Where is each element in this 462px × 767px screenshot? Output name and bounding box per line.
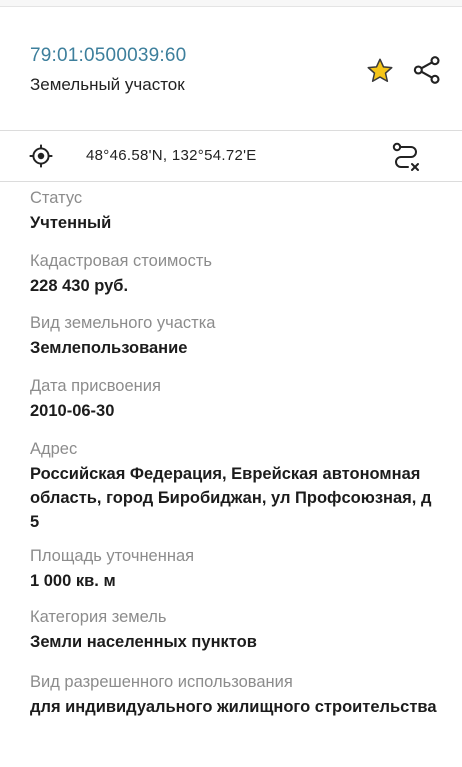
favorite-button[interactable] xyxy=(362,53,398,89)
field-cadastral-cost: Кадастровая стоимость 228 430 руб. xyxy=(30,250,212,298)
field-land-kind: Вид земельного участка Землепользование xyxy=(30,312,215,360)
route-icon[interactable] xyxy=(388,139,424,175)
field-label: Дата присвоения xyxy=(30,377,161,395)
field-label: Статус xyxy=(30,189,83,207)
crosshair-icon[interactable] xyxy=(28,143,54,169)
property-card: 79:01:0500039:60 Земельный участок 48°46… xyxy=(0,0,462,767)
coordinates-text: 48°46.58'N, 132°54.72'E xyxy=(86,147,257,164)
field-value: Российская Федерация, Еврейская автономн… xyxy=(30,465,432,531)
field-status: Статус Учтенный xyxy=(30,187,111,235)
field-label: Площадь уточненная xyxy=(30,547,195,565)
field-value: Земли населенных пунктов xyxy=(30,633,257,651)
coordinates-row: 48°46.58'N, 132°54.72'E xyxy=(0,131,462,181)
cadastral-number[interactable]: 79:01:0500039:60 xyxy=(30,45,186,67)
field-label: Категория земель xyxy=(30,608,167,626)
top-strip xyxy=(0,0,462,7)
share-button[interactable] xyxy=(408,51,446,89)
field-value: 1 000 кв. м xyxy=(30,572,116,590)
field-land-category: Категория земель Земли населенных пункто… xyxy=(30,606,257,654)
star-icon xyxy=(367,58,393,82)
field-address: Адрес Российская Федерация, Еврейская ав… xyxy=(30,438,440,534)
field-area: Площадь уточненная 1 000 кв. м xyxy=(30,545,194,593)
field-value: для индивидуального жилищного строительс… xyxy=(30,698,437,716)
field-permitted-use: Вид разрешенного использования для индив… xyxy=(30,671,440,719)
field-label: Вид разрешенного использования xyxy=(30,673,293,691)
field-assignment-date: Дата присвоения 2010-06-30 xyxy=(30,375,161,423)
share-icon xyxy=(413,56,440,84)
object-type: Земельный участок xyxy=(30,75,185,94)
field-value: 2010-06-30 xyxy=(30,402,115,420)
field-label: Вид земельного участка xyxy=(30,314,216,332)
field-label: Адрес xyxy=(30,440,78,458)
header: 79:01:0500039:60 Земельный участок xyxy=(0,7,462,130)
field-value: Учтенный xyxy=(30,214,112,232)
divider xyxy=(0,181,462,182)
field-value: 228 430 руб. xyxy=(30,277,129,295)
field-label: Кадастровая стоимость xyxy=(30,252,212,270)
field-value: Землепользование xyxy=(30,339,188,357)
